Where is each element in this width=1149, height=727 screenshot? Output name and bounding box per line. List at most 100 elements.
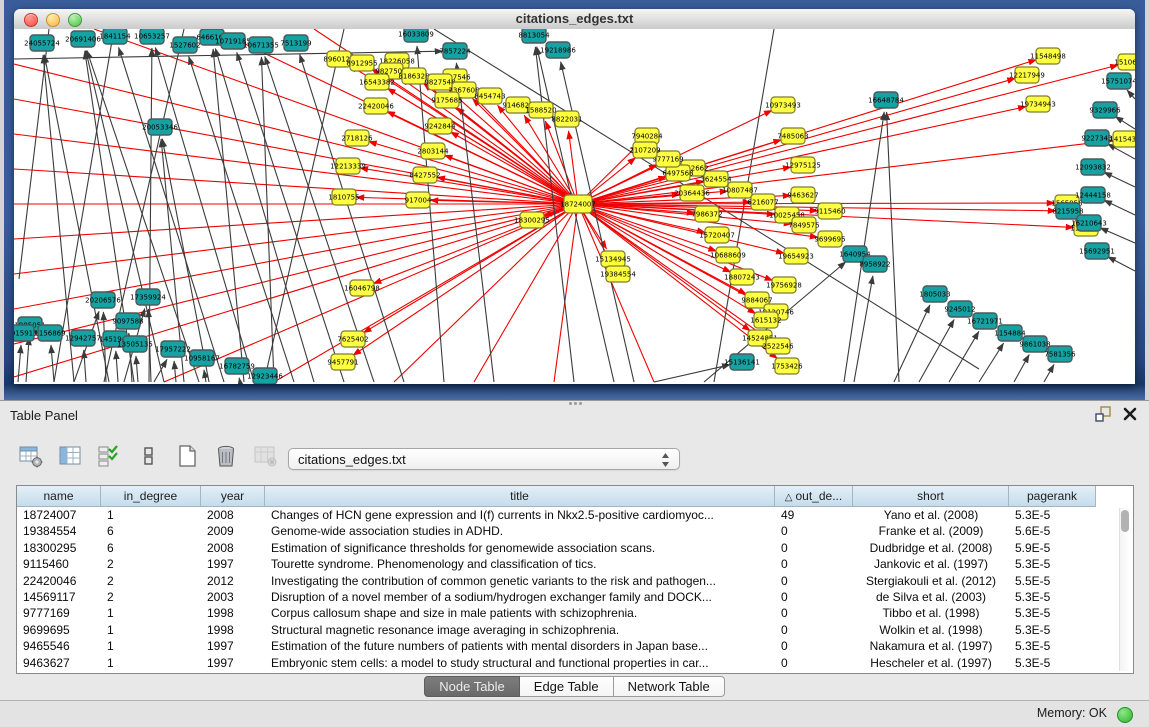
float-panel-button[interactable]: [1095, 406, 1111, 427]
network-node[interactable]: 1510658: [1114, 54, 1135, 70]
network-node[interactable]: 9463627: [787, 187, 818, 203]
network-node[interactable]: 15751074: [1101, 73, 1135, 89]
network-node[interactable]: 16210643: [1071, 215, 1107, 231]
network-node[interactable]: 9097588: [112, 313, 143, 329]
network-node[interactable]: 15692951: [1079, 243, 1115, 259]
close-panel-button[interactable]: [1123, 407, 1137, 426]
table-selector-dropdown[interactable]: citations_edges.txt: [288, 448, 680, 470]
network-node[interactable]: 10958167: [184, 350, 220, 366]
network-node[interactable]: 18807243: [724, 269, 760, 285]
network-node[interactable]: 2718126: [341, 130, 373, 146]
network-node[interactable]: 13505135: [117, 336, 153, 352]
network-window-titlebar[interactable]: citations_edges.txt: [14, 9, 1135, 30]
network-node[interactable]: 9175685: [431, 92, 462, 108]
network-node[interactable]: 19756928: [766, 277, 802, 293]
network-node[interactable]: 1156869: [34, 325, 65, 341]
show-column-button[interactable]: [55, 441, 85, 471]
network-node[interactable]: 20691406: [65, 31, 101, 47]
network-node[interactable]: 7485063: [777, 128, 808, 144]
column-header-in_degree[interactable]: in_degree: [101, 486, 201, 507]
network-node[interactable]: 12444158: [1075, 187, 1111, 203]
splitter-handle[interactable]: [568, 402, 582, 408]
network-node[interactable]: 10973493: [765, 97, 801, 113]
table-row[interactable]: 946362711997Embryonic stem cells: a mode…: [17, 655, 1133, 671]
network-node[interactable]: 18724007: [560, 195, 596, 213]
network-node[interactable]: 24055724: [24, 35, 60, 51]
network-node[interactable]: 9329966: [1089, 102, 1121, 118]
network-node[interactable]: 1810755: [328, 189, 359, 205]
column-header-title[interactable]: title: [265, 486, 775, 507]
network-node[interactable]: 9457791: [327, 354, 358, 370]
settings-table-button[interactable]: [16, 441, 46, 471]
network-node[interactable]: 18300295: [514, 212, 550, 228]
network-node[interactable]: 10671355: [243, 37, 279, 53]
network-node[interactable]: 10688609: [710, 247, 746, 263]
table-scrollbar[interactable]: [1119, 508, 1131, 671]
network-node[interactable]: 7625402: [337, 331, 368, 347]
network-node[interactable]: 917004: [405, 192, 432, 208]
network-node[interactable]: 19734943: [1020, 96, 1056, 112]
network-node[interactable]: 9115460: [814, 203, 845, 219]
network-node[interactable]: 12217949: [1009, 67, 1045, 83]
network-node[interactable]: 12093832: [1075, 159, 1111, 175]
network-node[interactable]: 16543382: [359, 74, 395, 90]
scrollbar-thumb[interactable]: [1121, 510, 1129, 532]
row-height-button[interactable]: [133, 441, 163, 471]
network-node[interactable]: 7513199: [280, 35, 311, 51]
select-rows-button[interactable]: [94, 441, 124, 471]
new-table-button[interactable]: [172, 441, 202, 471]
network-node[interactable]: 1805033: [919, 286, 950, 302]
tab-node-table[interactable]: Node Table: [424, 676, 520, 697]
table-row[interactable]: 977716911998Corpus callosum shape and si…: [17, 605, 1133, 621]
network-node[interactable]: 15134945: [595, 251, 631, 267]
tab-network-table[interactable]: Network Table: [614, 676, 725, 697]
table-row[interactable]: 2242004622012Investigating the contribut…: [17, 573, 1133, 589]
table-row[interactable]: 1830029562008Estimation of significance …: [17, 540, 1133, 556]
network-node[interactable]: 9227343: [1081, 130, 1112, 146]
network-node[interactable]: 11548498: [1030, 48, 1066, 64]
network-node[interactable]: 9699695: [814, 231, 845, 247]
network-node[interactable]: 8912955: [346, 55, 377, 71]
network-node[interactable]: 10653257: [134, 29, 170, 44]
network-node[interactable]: 20206576: [85, 292, 121, 308]
column-header-year[interactable]: year: [201, 486, 265, 507]
network-node[interactable]: 8427552: [409, 167, 440, 183]
network-node[interactable]: 6216077: [747, 194, 778, 210]
table-row[interactable]: 1456911722003Disruption of a novel membe…: [17, 589, 1133, 605]
network-node[interactable]: 8822031: [551, 111, 582, 127]
network-node[interactable]: 19654923: [778, 248, 814, 264]
column-header-out_de[interactable]: △out_de...: [775, 486, 853, 507]
network-node[interactable]: 22420046: [358, 98, 394, 114]
table-row[interactable]: 1872400712008Changes of HCN gene express…: [17, 507, 1133, 523]
column-header-pagerank[interactable]: pagerank: [1009, 486, 1096, 507]
table-row[interactable]: 1938455462009Genome-wide association stu…: [17, 523, 1133, 539]
network-node[interactable]: 15720407: [699, 227, 735, 243]
network-node[interactable]: 12213339: [330, 158, 366, 174]
network-node[interactable]: 7849575: [788, 217, 819, 233]
network-node[interactable]: 7857224: [439, 43, 471, 59]
network-node[interactable]: 8454743: [474, 88, 505, 104]
network-node[interactable]: 1154884: [994, 325, 1026, 341]
network-node[interactable]: 1753426: [771, 358, 803, 374]
network-node[interactable]: 2522546: [762, 338, 794, 354]
network-node[interactable]: 7986372: [691, 206, 722, 222]
table-row[interactable]: 969969511998Structural magnetic resonanc…: [17, 622, 1133, 638]
delete-table-button[interactable]: [250, 441, 280, 471]
network-canvas[interactable]: 8960123891295518226058982750316543382818…: [14, 29, 1135, 384]
network-node[interactable]: 17359924: [130, 289, 166, 305]
delete-button[interactable]: [211, 441, 241, 471]
network-node[interactable]: 19384554: [600, 266, 636, 282]
table-row[interactable]: 911546021997Tourette syndrome. Phenomeno…: [17, 556, 1133, 572]
network-node[interactable]: 16046798: [344, 280, 380, 296]
network-node[interactable]: 2107209: [629, 142, 660, 158]
network-node[interactable]: 7581356: [1044, 346, 1076, 362]
network-node[interactable]: 15136141: [724, 354, 760, 370]
network-node[interactable]: 12942757: [65, 330, 101, 346]
column-header-short[interactable]: short: [853, 486, 1009, 507]
network-node[interactable]: 8813054: [518, 29, 550, 43]
network-node[interactable]: 12923446: [247, 368, 283, 384]
network-node[interactable]: 1841154: [99, 29, 131, 44]
network-node[interactable]: 16033809: [398, 29, 434, 42]
network-node[interactable]: 1415435: [1109, 131, 1135, 147]
network-node[interactable]: 1615132: [750, 312, 781, 328]
